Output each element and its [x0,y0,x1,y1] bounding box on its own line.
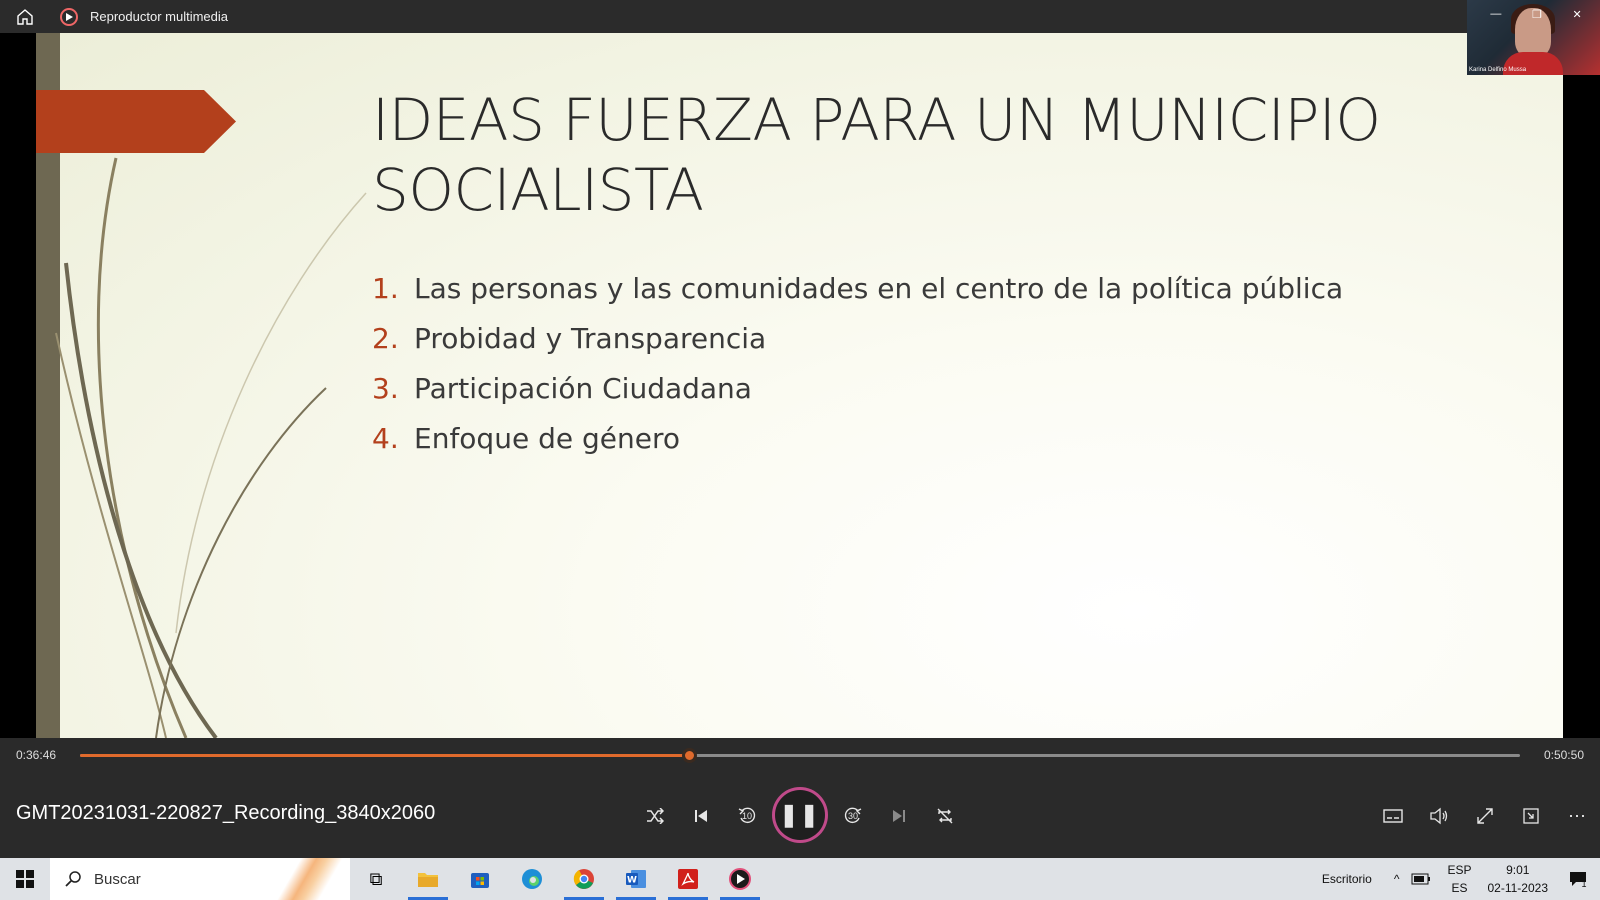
more-options-button[interactable]: ⋯ [1557,796,1597,836]
clock-date: 02-11-2023 [1487,881,1549,895]
media-player-app-icon [60,7,78,26]
list-item: 3. Participación Ciudadana [372,363,1343,413]
seek-bar[interactable] [80,748,1520,763]
task-view-icon: ⧉ [369,868,383,889]
list-item-text: Probidad y Transparencia [414,321,767,355]
svg-text:W: W [627,876,637,886]
title-bar: Reproductor multimedia [0,0,1600,33]
next-icon [893,810,905,822]
task-view-button[interactable]: ⧉ [350,858,402,900]
taskbar-search[interactable]: Buscar [50,858,350,900]
list-item-text: Participación Ciudadana [414,371,752,405]
shuffle-icon [647,808,664,824]
start-button[interactable] [0,858,50,900]
player-controls: 0:36:46 0:50:50 GMT20231031-220827_Recor… [0,738,1600,858]
battery-icon[interactable] [1411,873,1431,885]
pause-icon: ❚❚ [779,802,821,827]
search-highlight-decoration [270,858,350,900]
show-hidden-icons-icon[interactable]: ^ [1394,872,1400,886]
list-item-text: Enfoque de género [414,421,680,455]
clock-time: 9:01 [1506,863,1530,877]
store-button[interactable] [454,858,506,900]
slide-arrow-shape [36,90,236,153]
windows-logo-icon [16,870,34,888]
previous-button[interactable] [681,796,721,836]
language-top: ESP [1447,863,1472,877]
skip-forward-button[interactable]: 30 [833,796,873,836]
search-icon [65,871,81,887]
list-item-number: 2. [372,321,399,355]
participant-name: Karina Delfino Mussa [1469,67,1527,73]
media-player-taskbar-button[interactable] [714,858,766,900]
miniplayer-icon [1523,808,1539,824]
next-button[interactable] [879,796,919,836]
slide-bullet-list: 1. Las personas y las comunidades en el c… [372,263,1343,463]
notification-count: 1 [1581,879,1587,889]
subtitles-icon [1383,809,1403,823]
miniplayer-button[interactable] [1511,796,1551,836]
list-item: 4. Enfoque de género [372,413,1343,463]
seek-bar-thumb[interactable] [681,748,697,763]
acrobat-icon [678,869,698,889]
language-bottom: ES [1451,881,1468,895]
edge-button[interactable] [506,858,558,900]
total-time: 0:50:50 [1543,748,1584,762]
repeat-button[interactable] [925,796,965,836]
minimize-icon[interactable]: — [1490,8,1501,21]
notification-center-button[interactable]: 1 [1556,858,1600,900]
desktop-toolbar-label[interactable]: Escritorio [1322,872,1372,886]
edge-icon [522,869,542,889]
previous-icon [695,810,707,822]
language-indicator[interactable]: ESP ES [1447,861,1471,897]
list-item-text: Las personas y las comunidades en el cen… [414,271,1344,305]
close-icon[interactable]: ✕ [1572,8,1581,21]
subtitles-button[interactable] [1373,796,1413,836]
shuffle-button[interactable] [635,796,675,836]
fullscreen-button[interactable] [1465,796,1505,836]
home-button[interactable] [0,0,50,33]
skip-back-label: 10 [741,811,752,821]
clock[interactable]: 9:01 02-11-2023 [1488,861,1549,897]
screen: Reproductor multimedia IDEAS FUERZA PARA… [0,0,1600,900]
skip-forward-label: 30 [847,811,858,821]
taskbar: Buscar ⧉ W Escritorio ^ ESP ES 9:01 02-1… [0,858,1600,900]
media-filename: GMT20231031-220827_Recording_3840x2060 [16,802,436,824]
media-player-icon [729,868,751,890]
slide-title: IDEAS FUERZA PARA UN MUNICIPIO SOCIALIST… [372,86,1381,224]
word-button[interactable]: W [610,858,662,900]
fullscreen-icon [1477,808,1493,824]
repeat-off-icon [937,808,953,824]
list-item: 1. Las personas y las comunidades en el c… [372,263,1343,313]
pause-button[interactable]: ❚❚ [775,790,825,840]
current-time: 0:36:46 [16,748,57,762]
list-item-number: 1. [372,271,399,305]
list-item-number: 4. [372,421,399,455]
presentation-slide: IDEAS FUERZA PARA UN MUNICIPIO SOCIALIST… [36,33,1563,738]
chrome-icon [573,869,594,889]
list-item-number: 3. [372,371,399,405]
skip-back-button[interactable]: 10 [727,796,767,836]
word-icon: W [626,870,646,888]
file-explorer-icon [418,873,438,887]
more-icon: ⋯ [1568,805,1586,826]
file-explorer-button[interactable] [402,858,454,900]
volume-icon [1430,807,1448,825]
window-controls: — ❐ ✕ [1475,8,1597,21]
acrobat-button[interactable] [662,858,714,900]
microsoft-store-icon [471,873,489,888]
list-item: 2. Probidad y Transparencia [372,313,1343,363]
restore-icon[interactable]: ❐ [1532,8,1542,21]
home-icon [17,8,33,25]
search-placeholder: Buscar [94,870,141,888]
system-tray: Escritorio ^ ESP ES 9:01 02-11-2023 1 [1322,858,1600,900]
webcam-thumbnail[interactable]: — ❐ ✕ Karina Delfino Mussa [1467,0,1600,75]
volume-button[interactable] [1419,796,1459,836]
window-title: Reproductor multimedia [90,9,229,24]
seek-bar-progress [80,754,689,757]
chrome-button[interactable] [558,858,610,900]
